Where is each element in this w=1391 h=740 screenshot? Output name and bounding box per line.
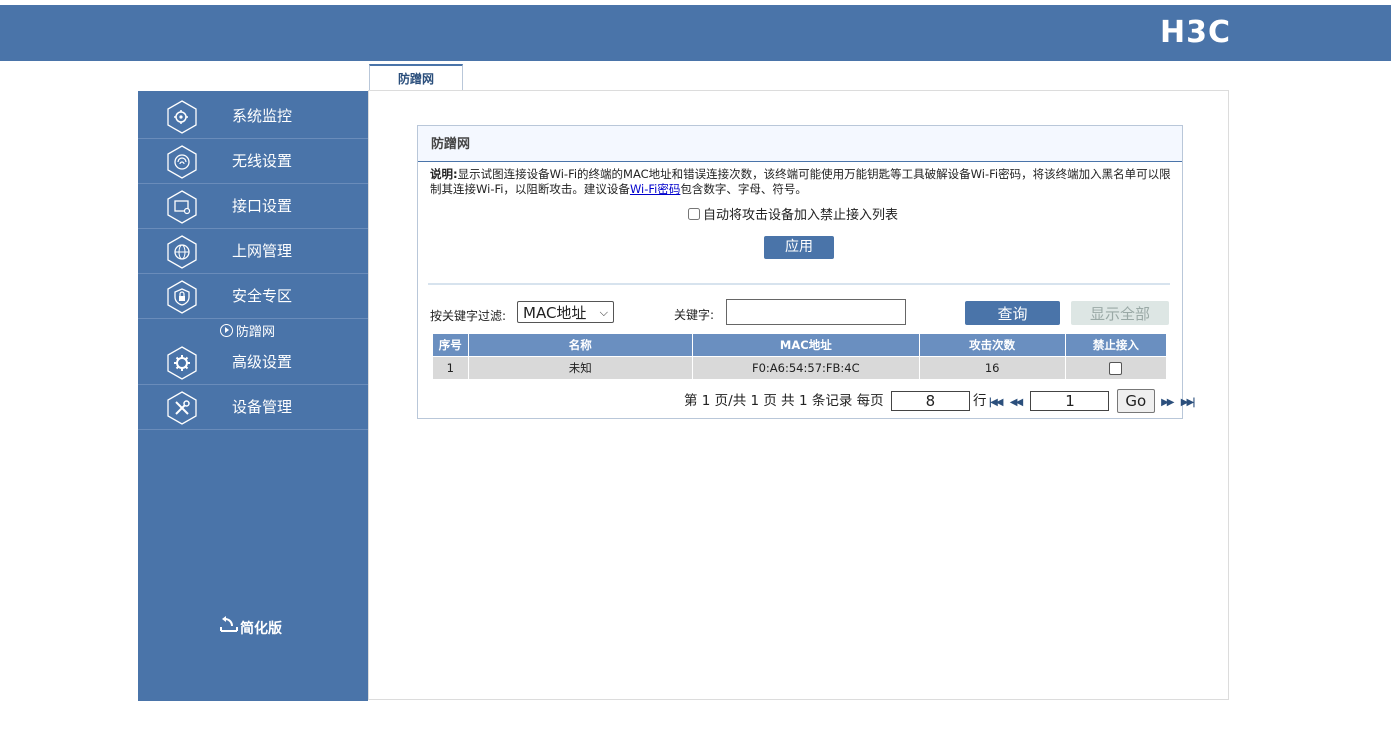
- cell-block: [1064, 356, 1168, 380]
- sidebar-item-label: 接口设置: [232, 197, 293, 215]
- description-text-end: 包含数字、字母、符号。: [680, 182, 807, 196]
- wifi-icon: [167, 145, 197, 179]
- h3c-logo: H3C: [1160, 15, 1231, 50]
- column-header-block: 禁止接入: [1064, 333, 1168, 357]
- return-arrow-icon: [220, 616, 238, 632]
- sidebar-subitem-label: 防蹭网: [236, 325, 276, 340]
- rows-unit: 行: [972, 393, 987, 409]
- sidebar-item-interface[interactable]: 接口设置: [138, 184, 368, 229]
- column-header-attacks: 攻击次数: [918, 333, 1066, 357]
- description: 说明:显示试图连接设备Wi-Fi的终端的MAC地址和错误连接次数，该终端可能使用…: [430, 167, 1172, 197]
- column-header-mac: MAC地址: [692, 333, 920, 357]
- last-page-icon[interactable]: ▶▶|: [1181, 397, 1196, 408]
- monitor-gear-icon: [167, 100, 197, 134]
- table-row: 1 未知 F0:A6:54:57:FB:4C 16: [432, 356, 1168, 380]
- shield-lock-icon: [167, 280, 197, 314]
- auto-block-label: 自动将攻击设备加入禁止接入列表: [703, 208, 899, 223]
- keyword-input[interactable]: [726, 299, 906, 325]
- divider: [428, 283, 1170, 285]
- sidebar-item-label: 高级设置: [232, 353, 293, 371]
- tools-icon: [167, 391, 197, 425]
- filter-select-value: MAC地址: [523, 304, 587, 322]
- sidebar-item-label: 系统监控: [232, 107, 293, 125]
- first-page-icon[interactable]: |◀◀: [988, 397, 1003, 408]
- auto-block-checkbox[interactable]: [688, 208, 700, 220]
- sidebar-item-device[interactable]: 设备管理: [138, 385, 368, 430]
- column-header-index: 序号: [432, 333, 469, 357]
- wifi-password-link[interactable]: Wi-Fi密码: [630, 182, 680, 196]
- sidebar-item-security[interactable]: 安全专区: [138, 274, 368, 319]
- column-header-name: 名称: [467, 333, 694, 357]
- next-page-icon[interactable]: ▶▶: [1161, 397, 1174, 408]
- pagination: 第 1 页/共 1 页 共 1 条记录 每页 8 行 |◀◀ ◀◀ 1 Go ▶▶ …: [684, 389, 1196, 413]
- sidebar-item-label: 无线设置: [232, 152, 293, 170]
- go-button[interactable]: Go: [1116, 389, 1155, 413]
- cell-mac: F0:A6:54:57:FB:4C: [692, 356, 920, 380]
- filter-label: 按关键字过滤:: [430, 309, 507, 323]
- page-number-input[interactable]: 1: [1030, 391, 1110, 411]
- sidebar-item-label: 上网管理: [232, 242, 293, 260]
- filter-select[interactable]: MAC地址 ⌵: [517, 301, 614, 323]
- globe-icon: [167, 235, 197, 269]
- per-page-input[interactable]: 8: [890, 391, 970, 411]
- description-label: 说明:: [430, 167, 458, 181]
- tab-anti-rub[interactable]: 防蹭网: [369, 64, 463, 90]
- sidebar-item-label: 设备管理: [232, 398, 293, 416]
- chevron-down-icon: ⌵: [599, 306, 608, 319]
- apply-button[interactable]: 应用: [764, 236, 834, 259]
- pager-summary: 第 1 页/共 1 页 共 1 条记录 每页: [684, 393, 884, 409]
- block-checkbox[interactable]: [1109, 362, 1123, 375]
- cell-attacks: 16: [918, 356, 1066, 380]
- keyword-label: 关键字:: [674, 308, 715, 322]
- sidebar-item-advanced[interactable]: 高级设置: [138, 340, 368, 385]
- play-circle-icon: [220, 324, 233, 337]
- header-bar: H3C: [0, 5, 1391, 61]
- sidebar-item-internet[interactable]: 上网管理: [138, 229, 368, 274]
- sidebar-item-wireless[interactable]: 无线设置: [138, 139, 368, 184]
- attack-table: 序号 名称 MAC地址 攻击次数 禁止接入 1 未知 F0:A6:54:57:F…: [432, 333, 1168, 380]
- query-button[interactable]: 查询: [965, 301, 1060, 325]
- simple-mode-label: 简化版: [240, 621, 282, 637]
- show-all-button[interactable]: 显示全部: [1071, 301, 1169, 325]
- sidebar: 系统监控 无线设置 接口设置 上网管理 安全专区 防蹭网 高级设置 设备管理 简…: [138, 91, 368, 701]
- auto-block-option: 自动将攻击设备加入禁止接入列表: [688, 204, 898, 223]
- sidebar-item-label: 安全专区: [232, 287, 293, 305]
- table-header-row: 序号 名称 MAC地址 攻击次数 禁止接入: [432, 333, 1168, 357]
- cell-name: 未知: [467, 356, 694, 380]
- prev-page-icon[interactable]: ◀◀: [1010, 397, 1023, 408]
- gear-icon: [167, 346, 197, 380]
- simple-mode-link[interactable]: 简化版: [218, 613, 282, 638]
- cell-index: 1: [432, 356, 469, 380]
- interface-icon: [167, 190, 197, 224]
- sidebar-subitem-anti-rub[interactable]: 防蹭网: [220, 321, 275, 340]
- sidebar-item-system-monitor[interactable]: 系统监控: [138, 94, 368, 139]
- anti-rub-panel: 防蹭网 说明:显示试图连接设备Wi-Fi的终端的MAC地址和错误连接次数，该终端…: [417, 125, 1196, 419]
- panel-title: 防蹭网: [418, 126, 1182, 162]
